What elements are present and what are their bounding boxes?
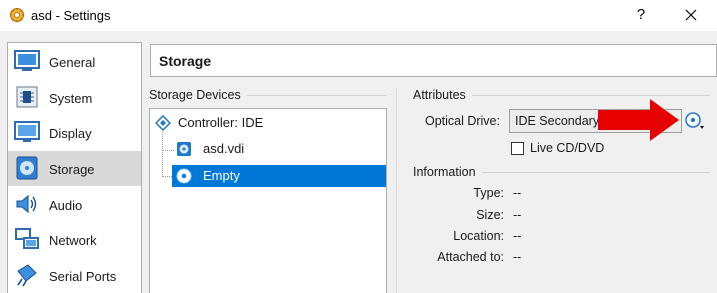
tree-item-asd-vdi[interactable]: asd.vdi: [172, 138, 322, 160]
storage-tree[interactable]: Controller: IDE asd.vdi Empty: [149, 108, 387, 293]
information-label: Information: [413, 165, 482, 179]
hard-disk-icon: [177, 142, 191, 156]
sidebar-item-label: Network: [49, 233, 97, 248]
choose-disk-button[interactable]: [684, 111, 706, 131]
sidebar-item-display[interactable]: Display: [8, 115, 141, 150]
audio-icon: [16, 194, 37, 214]
tree-item-label: Empty: [203, 168, 240, 183]
page-header: Storage: [150, 44, 717, 77]
group-rule: [472, 95, 710, 96]
storage-icon: [16, 156, 38, 180]
sidebar-item-serial-ports[interactable]: Serial Ports: [8, 258, 141, 293]
sidebar-item-label: Storage: [49, 162, 95, 177]
info-type-value: --: [513, 186, 522, 200]
close-icon: [685, 9, 697, 21]
page-title: Storage: [159, 53, 212, 69]
general-icon: [14, 50, 40, 71]
display-icon: [14, 121, 40, 142]
info-size-label: Size:: [476, 208, 504, 222]
sidebar-item-label: Serial Ports: [49, 269, 117, 284]
sidebar-item-label: Display: [49, 126, 92, 141]
annotation-arrow-icon: [598, 99, 679, 141]
info-type-label: Type:: [473, 186, 504, 200]
optical-disc-icon: [176, 168, 192, 184]
window-title: asd - Settings: [31, 8, 111, 23]
info-size-value: --: [513, 208, 522, 222]
system-icon: [16, 86, 38, 108]
sidebar-item-label: Audio: [49, 198, 83, 213]
attributes-label: Attributes: [413, 88, 472, 102]
help-button[interactable]: ?: [628, 4, 654, 26]
tree-item-label: asd.vdi: [203, 141, 245, 156]
live-cd-checkbox[interactable]: [511, 142, 524, 155]
info-attached-to-label: Attached to:: [437, 250, 504, 264]
tree-item-empty-optical[interactable]: Empty: [172, 165, 386, 187]
sidebar-item-label: General: [49, 55, 96, 70]
info-location-label: Location:: [453, 229, 504, 243]
controller-icon: [155, 115, 171, 131]
sidebar-item-general[interactable]: General: [8, 44, 141, 79]
network-icon: [15, 228, 39, 249]
optical-drive-label: Optical Drive:: [424, 114, 500, 128]
live-cd-label[interactable]: Live CD/DVD: [530, 141, 604, 155]
close-button[interactable]: [676, 4, 706, 26]
sidebar-item-storage[interactable]: Storage: [8, 151, 141, 186]
tree-guide-line: [162, 132, 163, 177]
serial-ports-icon: [17, 264, 37, 287]
app-icon: [10, 8, 24, 22]
group-rule: [244, 95, 387, 96]
tree-item-controller-ide[interactable]: Controller: IDE: [154, 112, 354, 134]
storage-devices-label: Storage Devices: [149, 88, 247, 102]
group-rule: [481, 172, 710, 173]
title-bar: asd - Settings ?: [0, 0, 717, 31]
sidebar-item-audio[interactable]: Audio: [8, 187, 141, 222]
info-location-value: --: [513, 229, 522, 243]
sidebar-item-label: System: [49, 91, 93, 106]
splitter-handle[interactable]: [396, 88, 397, 293]
settings-sidebar: General System Display Storage Audio Net…: [7, 42, 142, 293]
info-attached-to-value: --: [513, 250, 522, 264]
sidebar-item-system[interactable]: System: [8, 80, 141, 115]
sidebar-item-network[interactable]: Network: [8, 222, 141, 257]
tree-item-label: Controller: IDE: [178, 115, 264, 130]
